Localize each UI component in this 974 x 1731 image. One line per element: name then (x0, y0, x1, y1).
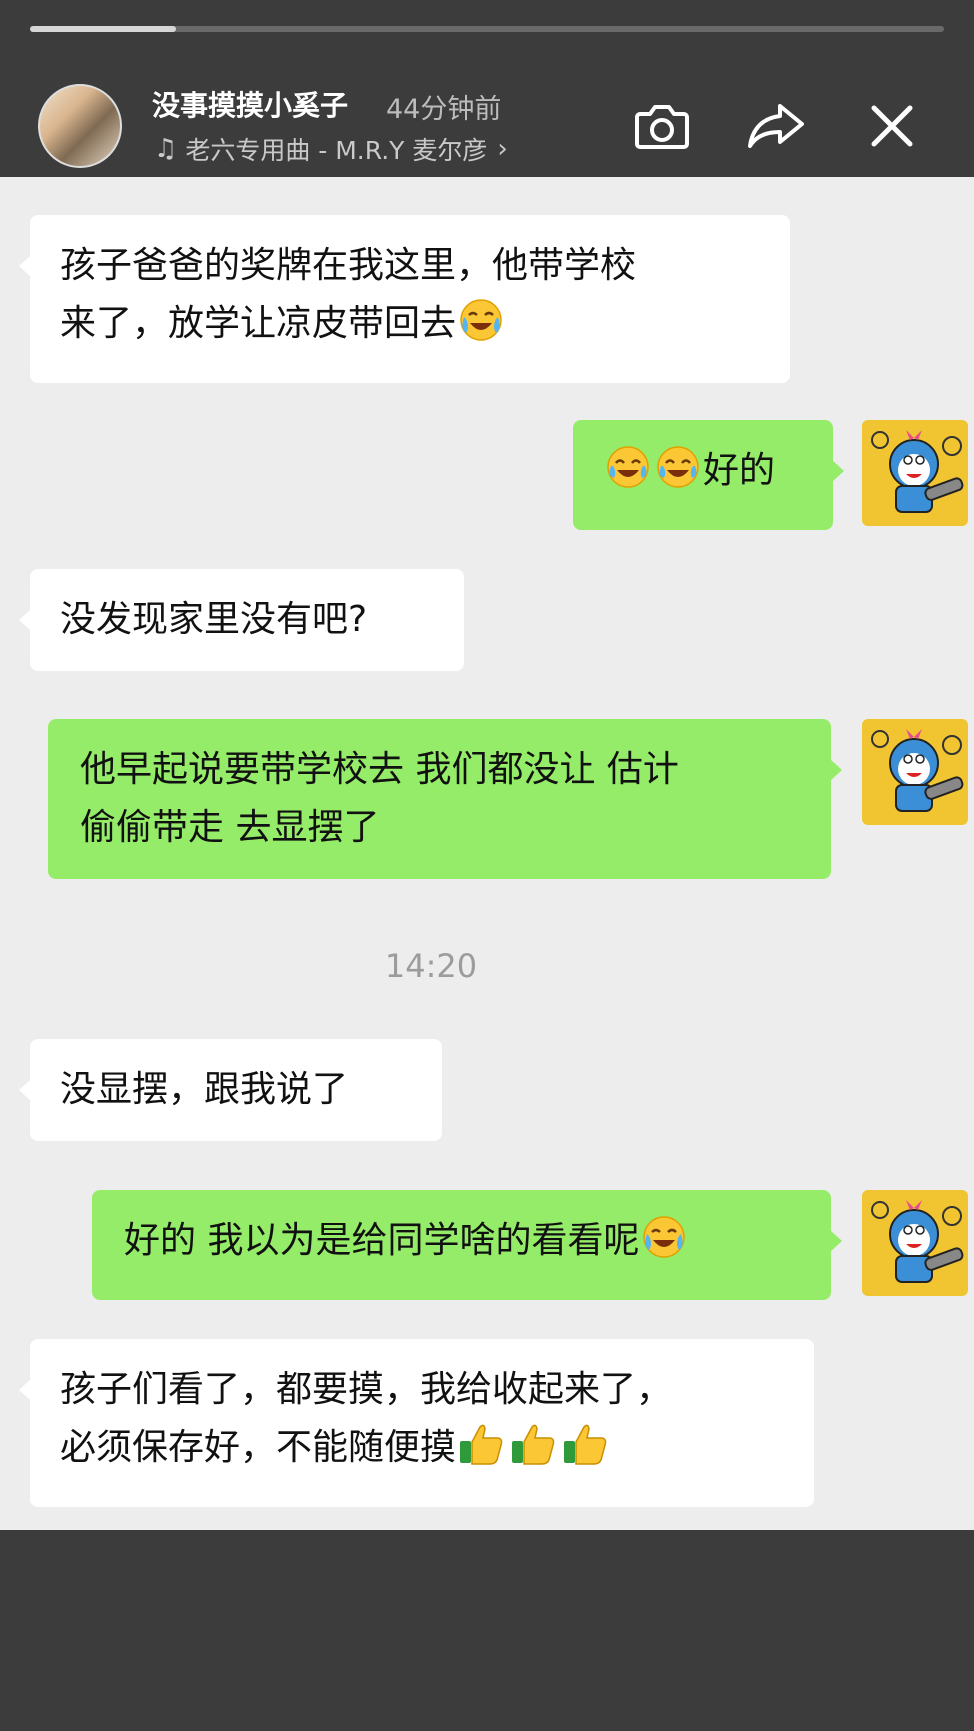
cartoon-avatar-icon (862, 1190, 968, 1296)
message-text: 孩子们看了，都要摸，我给收起来了， (60, 1369, 673, 1410)
music-title: 老六专用曲 - M.R.Y 麦尔彦 (185, 136, 488, 165)
thumbs-up-emoji-icon (458, 1421, 506, 1485)
crying-laughing-emoji-icon (458, 297, 504, 361)
crying-laughing-emoji-icon (641, 1214, 687, 1278)
tears-of-joy-emoji-icon (655, 444, 701, 508)
sender-avatar[interactable] (862, 420, 968, 526)
thumbs-up-emoji-icon (562, 1421, 610, 1485)
share-button[interactable] (746, 96, 806, 156)
message-bubble-outgoing[interactable]: 好的 我以为是给同学啥的看看呢 (92, 1190, 842, 1300)
camera-button[interactable] (632, 96, 692, 156)
thumbs-up-emoji-icon (510, 1421, 558, 1485)
message-text: 孩子爸爸的奖牌在我这里，他带学校 (60, 245, 637, 286)
message-text: 没发现家里没有吧? (60, 599, 368, 640)
chat-screenshot: 孩子爸爸的奖牌在我这里，他带学校 来了，放学让凉皮带回去 好的 没发现家里没有吧… (0, 177, 974, 1530)
tears-of-joy-emoji-icon (605, 444, 651, 508)
sender-avatar[interactable] (862, 719, 968, 825)
chat-timestamp: 14:20 (384, 947, 478, 985)
message-text: 好的 我以为是给同学啥的看看呢 (124, 1220, 640, 1261)
message-bubble-outgoing[interactable]: 他早起说要带学校去 我们都没让 估计 偷偷带走 去显摆了 (48, 719, 842, 879)
message-bubble-outgoing[interactable]: 好的 (573, 420, 844, 530)
camera-icon (635, 105, 689, 149)
music-link[interactable]: ♫ 老六专用曲 - M.R.Y 麦尔彦 › (154, 131, 508, 167)
message-text: 他早起说要带学校去 我们都没让 估计 (80, 749, 679, 790)
message-text: 没显摆，跟我说了 (60, 1069, 349, 1110)
music-note-icon: ♫ (154, 134, 178, 164)
message-text: 必须保存好，不能随便摸 (60, 1427, 457, 1468)
message-bubble-incoming[interactable]: 没显摆，跟我说了 (19, 1039, 442, 1141)
user-avatar[interactable] (38, 84, 122, 168)
message-text: 来了，放学让凉皮带回去 (60, 303, 457, 344)
post-time: 44分钟前 (386, 94, 502, 125)
story-progress-fill (30, 26, 177, 32)
sender-avatar[interactable] (862, 1190, 968, 1296)
chevron-right-icon: › (497, 134, 508, 164)
message-bubble-incoming[interactable]: 没发现家里没有吧? (19, 569, 464, 671)
message-text: 偷偷带走 去显摆了 (80, 807, 380, 848)
username[interactable]: 没事摸摸小奚子 (152, 84, 348, 124)
cartoon-avatar-icon (862, 719, 968, 825)
share-arrow-icon (748, 104, 804, 148)
message-bubble-incoming[interactable]: 孩子们看了，都要摸，我给收起来了， 必须保存好，不能随便摸 (19, 1339, 814, 1507)
close-button[interactable] (862, 96, 922, 156)
bottom-area (0, 1530, 974, 1731)
message-text: 好的 (703, 450, 776, 491)
message-bubble-incoming[interactable]: 孩子爸爸的奖牌在我这里，他带学校 来了，放学让凉皮带回去 (19, 215, 790, 383)
cartoon-avatar-icon (862, 420, 968, 526)
story-progress-bar (30, 26, 944, 32)
close-icon (871, 105, 913, 147)
